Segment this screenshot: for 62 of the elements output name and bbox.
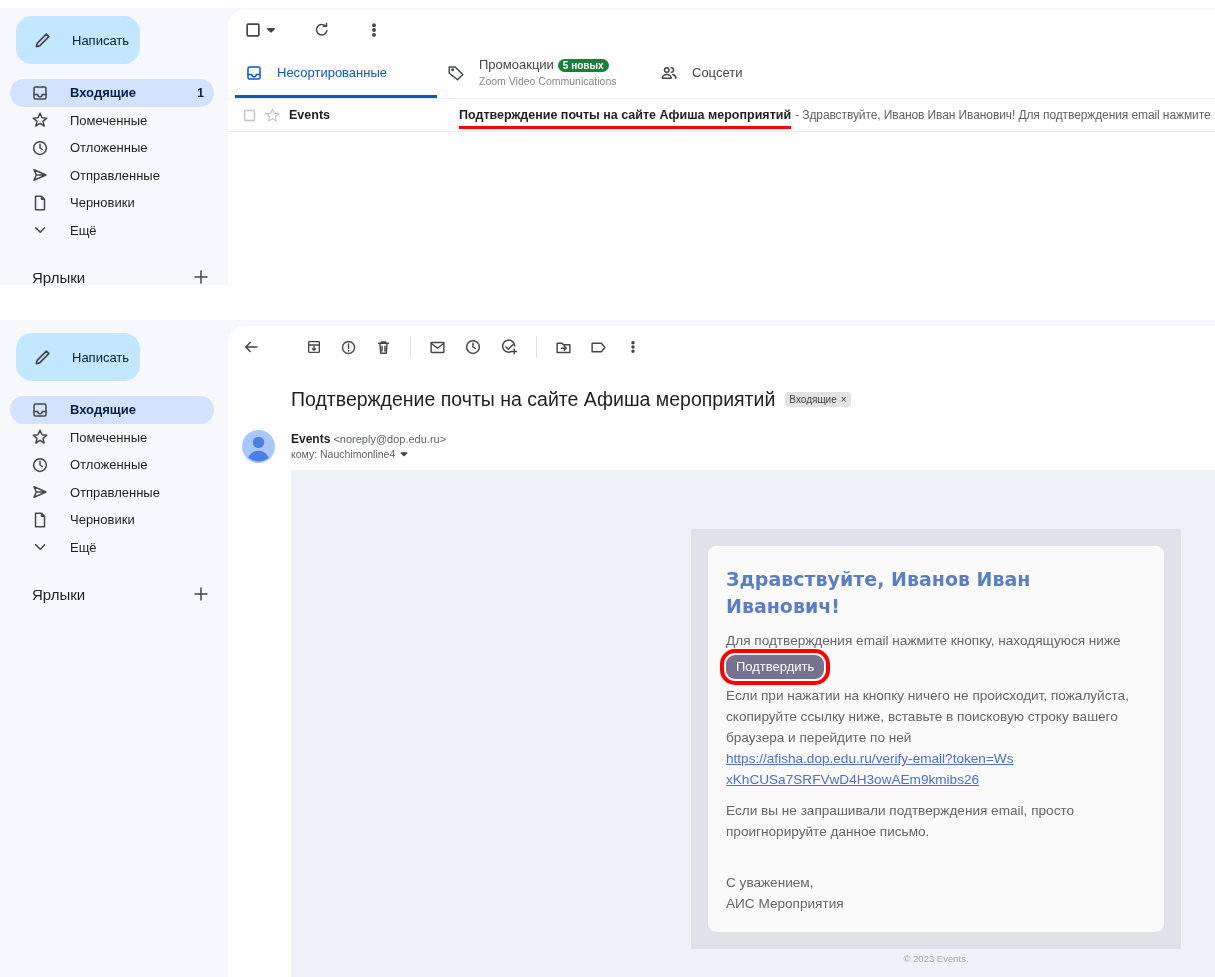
star-icon — [31, 428, 49, 447]
category-tab[interactable]: Промоакции 5 новых Zoom Video Communications — [437, 50, 650, 98]
checkbox-icon[interactable] — [243, 20, 263, 40]
sidebar-item[interactable]: Ещё — [10, 216, 214, 244]
sidebar-item[interactable]: Входящие 1 — [10, 79, 214, 107]
add-icon[interactable] — [192, 268, 210, 286]
pencil-icon — [33, 30, 53, 50]
report-spam-icon[interactable] — [340, 338, 357, 356]
category-tab[interactable]: Соцсети — [650, 50, 850, 98]
closing-text: С уважением, — [726, 874, 815, 892]
sidebar-item[interactable]: Помеченные — [10, 106, 214, 134]
star-icon — [31, 111, 49, 130]
instruction-text: Для подтверждения email нажмите кнопку, находящуюся ниже — [726, 632, 1122, 650]
sidebar-item[interactable]: Помеченные — [10, 423, 214, 451]
email-subject: Подтверждение почты на сайте Афиша мероприятий — [459, 108, 792, 129]
refresh-icon[interactable] — [313, 21, 331, 39]
sidebar-item[interactable]: Ещё — [10, 533, 214, 561]
verify-link[interactable]: https://afisha.dop.edu.ru/verify-email?token=WsxKhCUSa7SRFVwD4H3owAEm9kmibs26 — [726, 748, 1014, 790]
email-snippet: - Здравствуйте, Иванов Иван Иванович! Для подтверждения email нажмите — [795, 108, 1211, 122]
email-subject: Подтверждение почты на сайте Афиша мероприятий — [291, 387, 776, 411]
new-count-badge: 5 новых — [557, 59, 609, 72]
star-icon[interactable] — [264, 106, 281, 124]
inbox-icon — [245, 63, 263, 82]
add-icon[interactable] — [192, 585, 210, 603]
add-task-icon[interactable] — [500, 338, 518, 356]
inbox-icon — [31, 400, 49, 419]
chevron-icon — [34, 227, 46, 234]
clock-icon[interactable] — [464, 338, 482, 356]
tag-icon — [447, 63, 465, 82]
tab-subtitle: Zoom Video Communications — [479, 74, 617, 88]
sender-name: Events — [291, 432, 331, 446]
inbox-icon — [31, 83, 49, 102]
pencil-icon — [33, 347, 53, 367]
delete-icon[interactable] — [375, 338, 392, 356]
sender-email: <noreply@dop.edu.ru> — [333, 433, 447, 445]
compose-button[interactable]: Написать — [16, 16, 140, 64]
sidebar-item[interactable]: Отложенные — [10, 451, 214, 479]
remove-label-button[interactable]: × — [840, 393, 847, 405]
fallback-text: Если при нажатии на кнопку ничего не происходит, пожалуйста, скопируйте ссылку ниже, вставьте в поисковую строку вашего браузера и перейдите по ней — [726, 687, 1130, 747]
avatar-icon — [242, 430, 275, 463]
labels-heading: Ярлыки — [32, 268, 86, 286]
compose-button[interactable]: Написать — [16, 333, 140, 381]
archive-icon[interactable] — [306, 339, 322, 355]
sidebar-item[interactable]: Отложенные — [10, 134, 214, 162]
signature-text: АИС Мероприятия — [726, 895, 845, 913]
recipient-text: кому: Nauchimonline4 — [291, 448, 396, 460]
label-chip[interactable]: Входящие × — [785, 391, 851, 407]
sender-name: Events — [289, 108, 331, 122]
clock-icon — [31, 455, 49, 474]
sidebar-item[interactable]: Входящие — [10, 396, 214, 424]
sidebar-item[interactable]: Черновики — [10, 506, 214, 534]
greeting-heading: Здравствуйте, Иванов Иван Иванович! — [726, 567, 1032, 619]
sidebar-item[interactable]: Отправленные — [10, 478, 214, 506]
ignore-note: Если вы не запрашивали подтверждения email, просто проигнорируйте данное письмо. — [726, 802, 1076, 841]
clock-icon — [31, 138, 49, 157]
labels-heading: Ярлыки — [32, 585, 86, 603]
chevron-icon — [34, 544, 46, 551]
footer-text: © 2023 Events. — [902, 953, 970, 964]
email-row[interactable]: Events Подтверждение почты на сайте Афиша мероприятий - Здравствуйте, Иванов Иван Иванович! Для подтверждения email нажмите — [228, 99, 1215, 132]
sidebar-item[interactable]: Отправленные — [10, 161, 214, 189]
category-tab[interactable]: Несортированные — [235, 50, 437, 98]
sidebar-item[interactable]: Черновики — [10, 189, 214, 217]
